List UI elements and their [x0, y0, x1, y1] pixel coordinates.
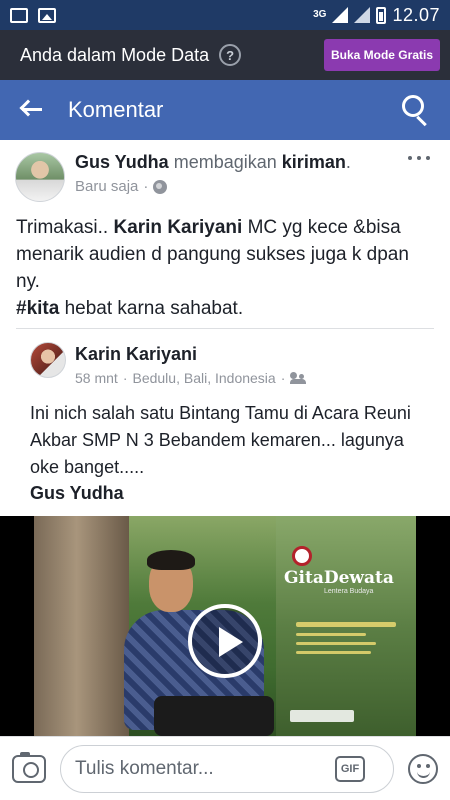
action-text: membagikan — [173, 152, 277, 172]
post-text-part1: Trimakasi.. — [16, 217, 114, 238]
post-text-part3: hebat karna sahabat. — [59, 298, 244, 319]
comment-input[interactable]: Tulis komentar... GIF — [60, 744, 394, 793]
comment-placeholder[interactable]: Tulis komentar... — [75, 758, 335, 780]
mention-link[interactable]: Karin Kariyani — [113, 217, 242, 238]
back-arrow-icon[interactable] — [18, 96, 46, 124]
post-meta: Baru saja · — [75, 178, 168, 195]
emoji-icon[interactable] — [408, 753, 438, 784]
signal-icon — [332, 7, 349, 23]
friends-icon — [290, 372, 307, 384]
page-title: Komentar — [68, 97, 164, 122]
image-notification-icon — [38, 7, 56, 23]
notification-icons — [10, 7, 56, 23]
shared-post-location[interactable]: Bedulu, Bali, Indonesia — [132, 370, 275, 386]
data-mode-text: Anda dalam Mode Data — [20, 44, 210, 65]
post-text: Trimakasi.. Karin Kariyani MC yg kece &b… — [16, 214, 436, 322]
post: Gus Yudha membagikan kiriman. Baru saja … — [0, 140, 450, 736]
message-notification-icon — [10, 7, 28, 23]
shared-author-name[interactable]: Karin Kariyani — [75, 344, 197, 365]
meta-separator: · — [122, 370, 128, 386]
status-bar: 3G 12.07 — [0, 0, 450, 30]
poster-brand-sub: Lentera Budaya — [324, 588, 374, 595]
record-label-logo — [290, 710, 354, 722]
comment-bar: Tulis komentar... GIF — [0, 736, 450, 800]
author-avatar[interactable] — [15, 152, 65, 202]
shared-post-time[interactable]: 58 mnt — [75, 370, 118, 386]
post-header: Gus Yudha membagikan kiriman. Baru saja … — [15, 152, 435, 202]
poster-text-lines — [296, 622, 406, 660]
battery-icon — [376, 6, 387, 24]
search-icon[interactable] — [402, 95, 432, 127]
gif-icon[interactable]: GIF — [335, 755, 365, 782]
free-mode-button[interactable]: Buka Mode Gratis — [323, 39, 440, 71]
shared-author-avatar[interactable] — [30, 342, 66, 378]
network-type: 3G — [313, 8, 327, 20]
author-name[interactable]: Gus Yudha — [75, 152, 169, 172]
meta-separator: · — [143, 178, 149, 195]
meta-separator: · — [280, 370, 286, 386]
play-icon[interactable] — [188, 604, 262, 678]
camera-icon[interactable] — [12, 751, 46, 783]
app-header: Komentar — [0, 80, 450, 140]
shared-post-header: Karin Kariyani 58 mnt · Bedulu, Bali, In… — [30, 342, 430, 386]
status-time: 12.07 — [392, 4, 440, 25]
shared-post-meta: 58 mnt · Bedulu, Bali, Indonesia · — [75, 370, 307, 386]
divider — [16, 328, 434, 329]
signal-secondary-icon — [354, 7, 371, 23]
shared-object-link[interactable]: kiriman — [282, 152, 346, 172]
author-line: Gus Yudha membagikan kiriman. — [75, 152, 351, 173]
post-time[interactable]: Baru saja — [75, 178, 138, 195]
poster-brand: GitaDewata — [284, 568, 394, 588]
author-line-period: . — [345, 152, 351, 172]
hashtag-link[interactable]: #kita — [16, 298, 59, 319]
tagged-user-link[interactable]: Gus Yudha — [30, 483, 124, 504]
video-player[interactable]: GitaDewata Lentera Budaya — [0, 516, 450, 736]
shared-post-text: Ini nich salah satu Bintang Tamu di Acar… — [30, 403, 411, 477]
globe-icon — [153, 179, 168, 194]
brand-logo-icon — [292, 546, 312, 566]
help-icon[interactable]: ? — [219, 44, 242, 66]
more-options-icon[interactable] — [408, 156, 430, 160]
data-mode-bar: Anda dalam Mode Data ? Buka Mode Gratis — [0, 30, 450, 80]
status-indicators: 3G 12.07 — [313, 5, 440, 26]
